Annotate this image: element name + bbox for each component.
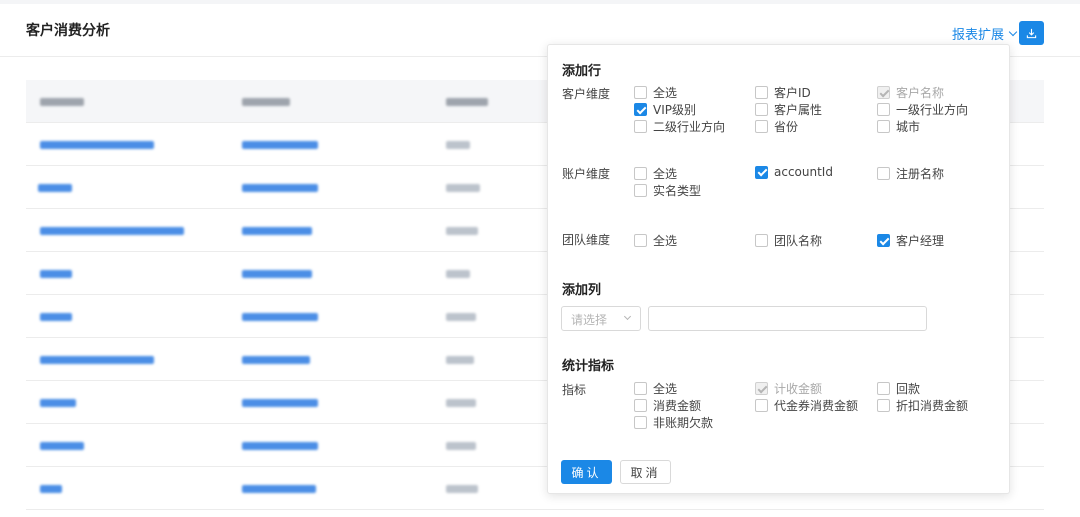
account-dimension-label: 账户维度 bbox=[562, 167, 611, 181]
consumption-amount-checkbox[interactable]: 消费金额 bbox=[634, 397, 701, 414]
blurred-cell bbox=[40, 356, 154, 364]
blurred-cell bbox=[242, 313, 318, 321]
blurred-cell bbox=[446, 184, 480, 192]
customer-name-checkbox: 客户名称 bbox=[877, 84, 944, 101]
blurred-cell bbox=[40, 141, 154, 149]
add-rows-title: 添加行 bbox=[562, 64, 602, 79]
account-id-checkbox[interactable]: accountId bbox=[755, 165, 833, 179]
blurred-cell bbox=[40, 270, 72, 278]
blurred-cell bbox=[446, 356, 474, 364]
blurred-cell bbox=[242, 399, 318, 407]
page-title: 客户消费分析 bbox=[26, 23, 110, 39]
blurred-cell bbox=[446, 313, 476, 321]
blurred-cell bbox=[242, 356, 310, 364]
account-manager-checkbox[interactable]: 客户经理 bbox=[877, 232, 944, 249]
confirm-button[interactable]: 确认 bbox=[561, 460, 612, 484]
register-name-checkbox[interactable]: 注册名称 bbox=[877, 165, 944, 182]
metrics-label: 指标 bbox=[562, 383, 587, 397]
column-select-placeholder: 请选择 bbox=[571, 313, 608, 327]
customer-attribute-checkbox[interactable]: 客户属性 bbox=[755, 101, 822, 118]
voucher-consumption-checkbox[interactable]: 代金券消费金额 bbox=[755, 397, 858, 414]
blurred-cell bbox=[38, 184, 72, 192]
customer-id-checkbox[interactable]: 客户ID bbox=[755, 84, 811, 101]
chevron-down-icon bbox=[623, 312, 632, 321]
team-dimension-label: 团队维度 bbox=[562, 233, 611, 247]
non-billing-arrears-checkbox[interactable]: 非账期欠款 bbox=[634, 414, 713, 431]
real-name-type-checkbox[interactable]: 实名类型 bbox=[634, 182, 701, 199]
blurred-cell bbox=[446, 227, 478, 235]
team-name-checkbox[interactable]: 团队名称 bbox=[755, 232, 822, 249]
customer-dimension-label: 客户维度 bbox=[562, 87, 611, 101]
blurred-cell bbox=[242, 141, 318, 149]
metrics-title: 统计指标 bbox=[562, 359, 615, 374]
blurred-cell bbox=[40, 313, 72, 321]
blurred-cell bbox=[40, 442, 84, 450]
customer-select-all-checkbox[interactable]: 全选 bbox=[634, 84, 677, 101]
report-extend-label: 报表扩展 bbox=[952, 28, 1005, 43]
report-extend-panel: 添加行 客户维度 全选 客户ID 客户名称 VIP级别 客户属性 一级行业方向 … bbox=[547, 44, 1010, 494]
column-name-input[interactable] bbox=[648, 306, 927, 331]
blurred-cell bbox=[40, 399, 76, 407]
column-select[interactable]: 请选择 bbox=[561, 306, 641, 331]
blurred-cell bbox=[446, 485, 478, 493]
province-checkbox[interactable]: 省份 bbox=[755, 118, 798, 135]
blurred-header-cell bbox=[40, 98, 84, 106]
industry-level1-checkbox[interactable]: 一级行业方向 bbox=[877, 101, 968, 118]
city-checkbox[interactable]: 城市 bbox=[877, 118, 920, 135]
blurred-cell bbox=[242, 270, 312, 278]
payment-received-checkbox[interactable]: 回款 bbox=[877, 380, 920, 397]
blurred-cell bbox=[446, 399, 476, 407]
blurred-cell bbox=[446, 442, 476, 450]
blurred-cell bbox=[242, 442, 318, 450]
metrics-select-all-checkbox[interactable]: 全选 bbox=[634, 380, 677, 397]
report-extend-dropdown[interactable]: 报表扩展 bbox=[952, 24, 1018, 43]
industry-level2-checkbox[interactable]: 二级行业方向 bbox=[634, 118, 725, 135]
blurred-cell bbox=[242, 184, 318, 192]
billed-amount-checkbox: 计收金额 bbox=[755, 380, 822, 397]
download-icon bbox=[1026, 28, 1037, 38]
blurred-cell bbox=[242, 227, 312, 235]
cancel-button[interactable]: 取消 bbox=[620, 460, 671, 484]
blurred-cell bbox=[242, 485, 316, 493]
account-select-all-checkbox[interactable]: 全选 bbox=[634, 165, 677, 182]
blurred-cell bbox=[446, 141, 470, 149]
discount-consumption-checkbox[interactable]: 折扣消费金额 bbox=[877, 397, 968, 414]
blurred-header-cell bbox=[446, 98, 488, 106]
chevron-down-icon bbox=[1008, 27, 1018, 36]
team-select-all-checkbox[interactable]: 全选 bbox=[634, 232, 677, 249]
blurred-header-cell bbox=[242, 98, 290, 106]
blurred-cell bbox=[40, 485, 62, 493]
blurred-cell bbox=[40, 227, 184, 235]
blurred-cell bbox=[446, 270, 470, 278]
download-button[interactable] bbox=[1019, 21, 1044, 45]
add-columns-title: 添加列 bbox=[562, 283, 602, 298]
vip-level-checkbox[interactable]: VIP级别 bbox=[634, 101, 696, 118]
